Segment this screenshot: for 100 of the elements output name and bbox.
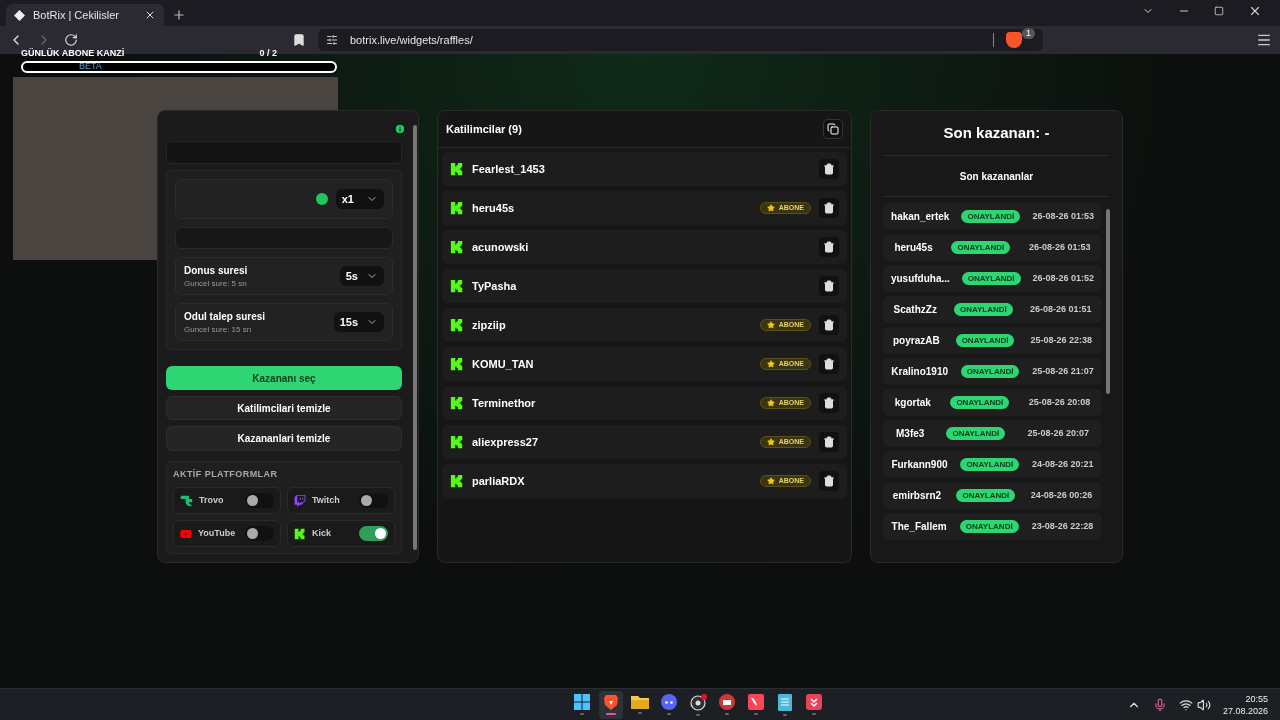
clock[interactable]: 20:55 27.08.2026 [1222,692,1268,717]
win-time: 25-08-26 22:38 [1030,333,1092,347]
url-text: botrix.live/widgets/raffles/ [350,32,474,48]
status-badge: ONAYLANDİ [950,396,1010,409]
k-logo-icon [450,201,464,215]
timer-title: Donus suresi [184,263,249,278]
timer-subtitle: Guncel sure: 5 sn [184,277,248,290]
last-winner-title: Son kazanan: - [883,111,1110,156]
win-time: 26-08-26 01:53 [1032,209,1094,223]
delete-button[interactable] [819,159,839,179]
copy-button[interactable] [823,119,843,139]
scrollbar[interactable] [413,125,417,550]
status-badge: ONAYLANDİ [959,520,1019,533]
goal-title: GÜNLÜK ABONE KANZİ [21,47,125,60]
close-icon[interactable] [144,9,156,21]
wifi-icon[interactable] [1178,697,1193,712]
action-button[interactable]: Kazananlari temizle [166,426,402,451]
winner-name: M3fe3 [896,427,925,441]
tab-favicon-icon [14,9,25,21]
status-badge: ONAYLANDİ [960,458,1020,471]
windows-icon [574,694,591,710]
site-settings-icon[interactable] [326,34,338,46]
winner-name: poyrazAB [893,334,940,348]
scrollbar[interactable] [1106,209,1110,394]
copy-icon [827,123,839,135]
participant-name: aliexpress27 [472,434,540,450]
info-icon[interactable] [394,123,406,135]
browser-tab[interactable]: BotRix | Cekilisler [6,4,164,26]
delete-button[interactable] [819,237,839,257]
k-logo-icon [450,435,464,449]
status-badge: ONAYLANDİ [951,241,1011,254]
shield-button[interactable] [1006,32,1022,48]
winner-name: yusufduha... [890,272,950,286]
trash-icon [823,280,835,292]
menu-icon[interactable] [1256,32,1272,48]
toggle-switch[interactable] [245,526,274,541]
winner-name: heru45s [894,241,933,255]
microphone-icon[interactable] [1152,697,1167,712]
action-button[interactable]: Kazananı seç [166,366,402,391]
duration-select[interactable]: 15s [333,312,384,333]
trash-icon [823,163,835,175]
delete-button[interactable] [819,198,839,218]
trash-icon [823,319,835,331]
trash-icon [823,397,835,409]
goal-count: 0 / 2 [259,47,277,60]
winner-name: The_Fallem [891,520,947,534]
participant-name: zipziip [472,317,507,333]
trash-icon [823,202,835,214]
close-icon[interactable] [1248,4,1262,18]
status-badge: ONAYLANDİ [954,303,1013,316]
reload-icon[interactable] [64,33,78,47]
platform-name: YouTube [198,526,237,540]
twitch-icon [294,494,306,507]
k-logo-icon [450,396,464,410]
k-logo-icon [450,279,464,293]
duration-select[interactable]: 5s [339,266,384,287]
star-icon [766,204,775,212]
platform-name: Kick [312,526,332,540]
toggle-switch[interactable] [245,493,274,508]
notepad-icon [778,693,793,711]
participant-name: TyPasha [472,278,518,294]
tab-title: BotRix | Cekilisler [33,7,120,23]
platforms-title: AKTİF PLATFORMLAR [173,467,279,481]
delete-button[interactable] [819,276,839,296]
timer-subtitle: Guncel sure: 15 sn [184,323,253,336]
status-badge: ONAYLANDİ [955,334,1015,347]
winner-name: ScathzZz [893,303,937,317]
star-icon [766,321,775,329]
delete-button[interactable] [819,315,839,335]
winner-name: kgortak [894,396,931,410]
arrow-down-icon [806,694,823,710]
bookmark-icon[interactable] [292,33,306,47]
win-time: 23-08-26 22:28 [1031,519,1094,533]
toggle-switch[interactable] [359,493,388,508]
volume-icon[interactable] [1196,697,1211,712]
k-logo-icon [450,318,464,332]
k-logo-icon [450,240,464,254]
platform-name: Twitch [312,493,341,507]
win-time: 26-08-26 01:52 [1032,271,1095,285]
delete-button[interactable] [819,354,839,374]
folder-icon [631,695,650,709]
t-logo-icon [180,494,193,507]
k-logo-icon [450,162,464,176]
address-bar[interactable]: botrix.live/widgets/raffles/ 1 [318,29,1043,51]
winners-list-title: Son kazananlar [883,156,1110,197]
win-time: 24-08-26 00:26 [1030,488,1093,502]
chat-icon [661,694,678,710]
participant-name: KOMU_TAN [472,356,535,372]
new-tab-icon[interactable] [172,8,186,22]
toggle-switch[interactable] [359,526,388,541]
action-button[interactable]: Katilimcilari temizle [166,396,402,421]
delete-button[interactable] [819,393,839,413]
delete-button[interactable] [819,432,839,452]
k-logo-icon [450,357,464,371]
maximize-icon[interactable] [1214,6,1224,16]
multiplier-select[interactable]: x1 [335,189,384,210]
status-badge: ONAYLANDİ [956,489,1016,502]
delete-button[interactable] [819,471,839,491]
status-badge: ONAYLANDİ [946,427,1006,440]
trash-icon [823,241,835,253]
